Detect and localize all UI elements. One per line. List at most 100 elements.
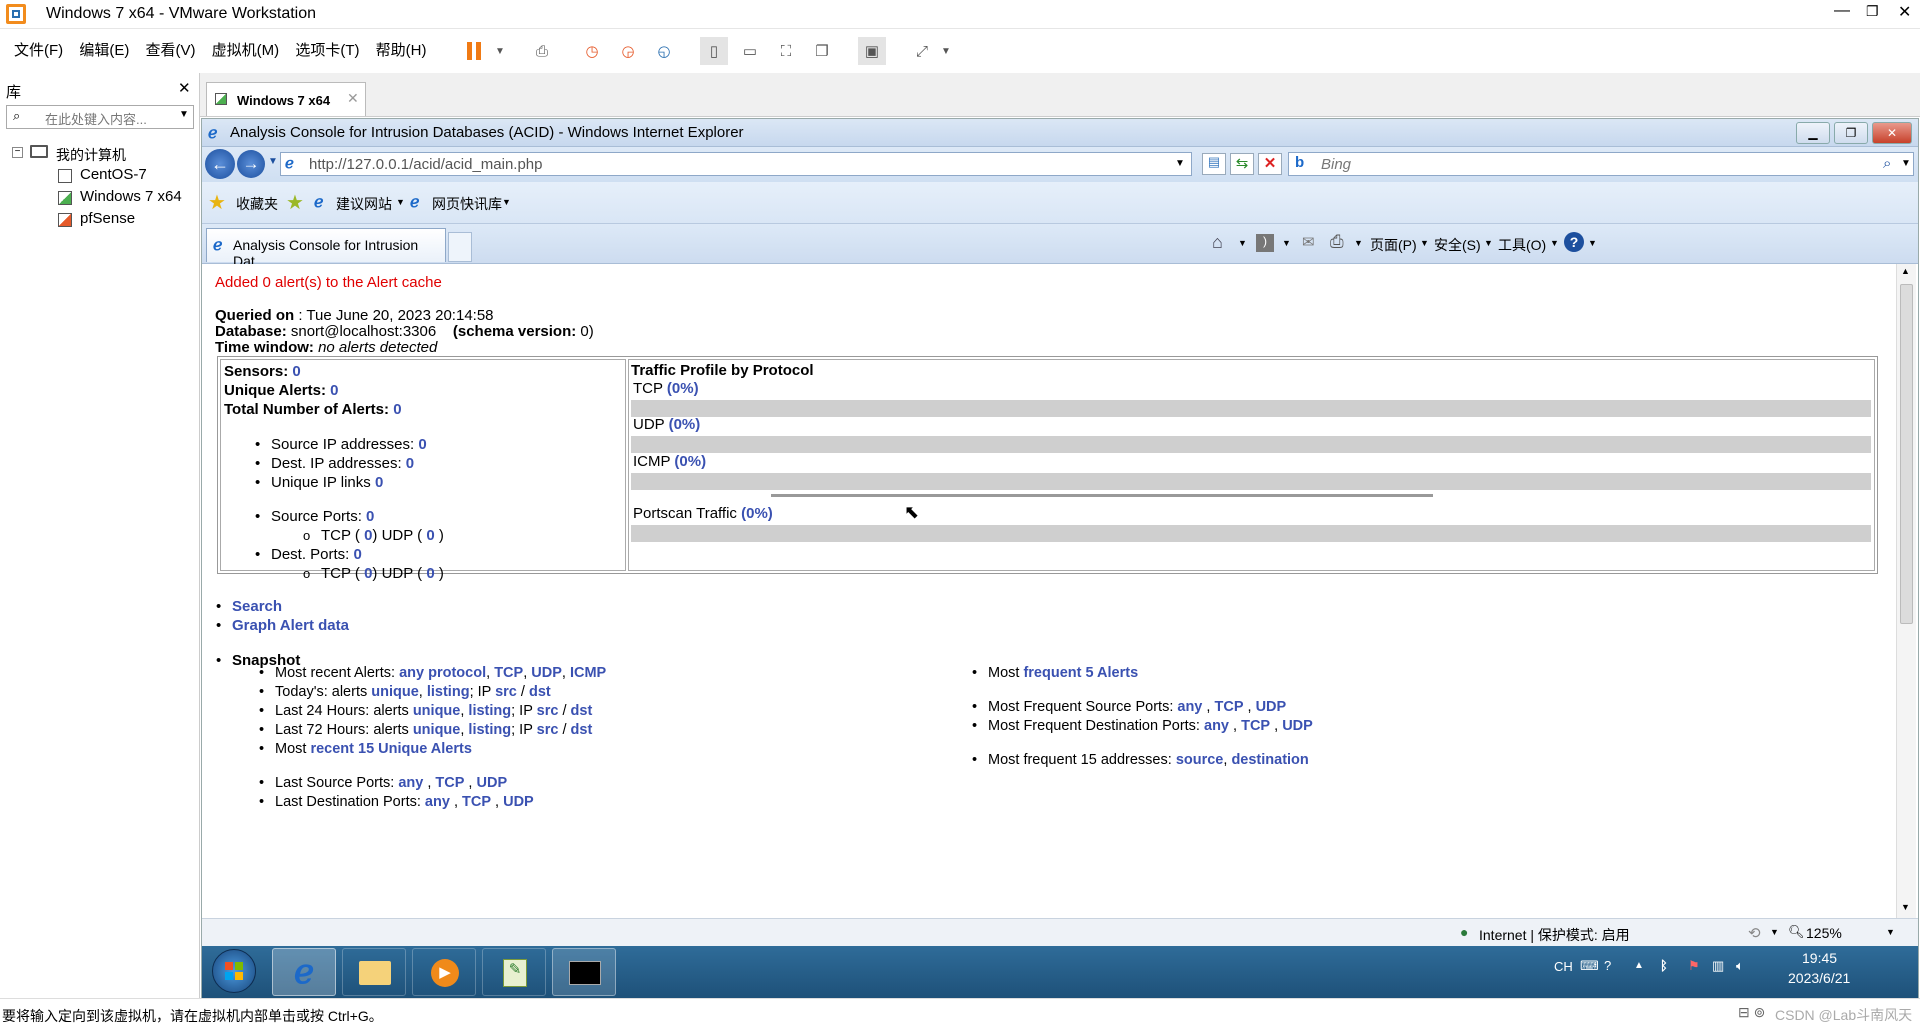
- tcp-link[interactable]: TCP: [1214, 699, 1243, 715]
- chevron-down-icon[interactable]: ▼: [1588, 238, 1597, 248]
- add-favorite-icon[interactable]: ★: [286, 190, 304, 215]
- proto-pct-link[interactable]: (0%): [667, 380, 699, 397]
- udp-link[interactable]: UDP: [1256, 699, 1287, 715]
- icmp-link[interactable]: ICMP: [570, 665, 606, 681]
- mail-icon[interactable]: ✉: [1302, 233, 1315, 251]
- unique-link[interactable]: unique: [413, 722, 461, 738]
- source-link[interactable]: source: [1176, 752, 1224, 768]
- udp-link[interactable]: UDP: [477, 775, 508, 791]
- unique-link[interactable]: unique: [413, 703, 461, 719]
- ie-minimize-button[interactable]: ▁: [1796, 122, 1830, 144]
- unique-alerts-link[interactable]: 0: [330, 382, 338, 399]
- history-dropdown-icon[interactable]: ▼: [268, 156, 278, 167]
- udp-link[interactable]: UDP: [1282, 718, 1313, 734]
- destination-link[interactable]: destination: [1231, 752, 1308, 768]
- dst-ports-link[interactable]: 0: [354, 546, 362, 563]
- print-icon[interactable]: ⎙: [1330, 232, 1344, 252]
- any-link[interactable]: any: [1204, 718, 1229, 734]
- thumbnail-bar-icon[interactable]: ▭: [736, 37, 764, 65]
- tab-close-icon[interactable]: ✕: [347, 90, 359, 107]
- sidebar-toggle-icon[interactable]: ▯: [700, 37, 728, 65]
- search-icon[interactable]: ⌕: [1883, 155, 1891, 172]
- listing-link[interactable]: listing: [468, 722, 511, 738]
- snapshot-icon[interactable]: ◷: [578, 37, 606, 65]
- tab-windows7[interactable]: Windows 7 x64 ✕: [206, 82, 366, 116]
- taskbar-cmd[interactable]: [552, 948, 616, 996]
- dst-link[interactable]: dst: [529, 684, 551, 700]
- send-ctrl-alt-del-icon[interactable]: ⎙: [528, 37, 556, 65]
- suggested-sites-link[interactable]: 建议网站: [336, 194, 392, 214]
- any-link[interactable]: any: [398, 775, 423, 791]
- scroll-up-icon[interactable]: ▲: [1901, 266, 1910, 276]
- device-icons[interactable]: ⊟ ⊚: [1738, 1004, 1765, 1021]
- udp-link[interactable]: UDP: [531, 665, 562, 681]
- src-ports-link[interactable]: 0: [366, 508, 374, 525]
- dst-link[interactable]: dst: [571, 703, 593, 719]
- any-protocol-link[interactable]: any protocol: [399, 665, 486, 681]
- revert-snapshot-icon[interactable]: ◶: [614, 37, 642, 65]
- rss-icon[interactable]: ): [1256, 234, 1274, 252]
- library-search-input[interactable]: 在此处键入内容...: [45, 109, 147, 128]
- dst-link[interactable]: dst: [571, 722, 593, 738]
- dst-ip-link[interactable]: 0: [406, 455, 414, 472]
- sensors-link[interactable]: 0: [292, 363, 300, 380]
- clock-date[interactable]: 2023/6/21: [1788, 970, 1850, 986]
- vertical-scrollbar[interactable]: ▲ ▼: [1896, 264, 1916, 918]
- back-button[interactable]: ←: [205, 149, 235, 179]
- chevron-down-icon[interactable]: ▼: [502, 197, 511, 207]
- refresh-icon[interactable]: ⇆: [1230, 153, 1254, 175]
- recent-unique-link[interactable]: recent 15 Unique Alerts: [310, 741, 471, 757]
- search-box[interactable]: b Bing ⌕ ▼: [1288, 152, 1914, 176]
- ip-links-link[interactable]: 0: [375, 474, 383, 491]
- frequent-5-link[interactable]: frequent 5 Alerts: [1023, 665, 1138, 681]
- chevron-down-icon[interactable]: ▼: [1550, 238, 1559, 248]
- help-icon[interactable]: ?: [1604, 958, 1611, 973]
- taskbar-ie[interactable]: ℯ: [272, 948, 336, 996]
- src-link[interactable]: src: [495, 684, 517, 700]
- tcp-link[interactable]: TCP: [462, 794, 491, 810]
- taskbar-notepad[interactable]: ✎: [482, 948, 546, 996]
- chevron-down-icon[interactable]: ▼: [1770, 927, 1779, 937]
- stretch-dropdown-icon[interactable]: ▼: [932, 37, 960, 65]
- page-menu[interactable]: 页面(P): [1370, 235, 1417, 255]
- tcp-link[interactable]: TCP: [1241, 718, 1270, 734]
- compat-view-icon[interactable]: ▤: [1202, 153, 1226, 175]
- scroll-thumb[interactable]: [1900, 284, 1913, 624]
- address-field[interactable]: ℯ http://127.0.0.1/acid/acid_main.php ▼: [280, 152, 1192, 176]
- new-tab-button[interactable]: [448, 232, 472, 262]
- keyboard-icon[interactable]: ⌨: [1580, 958, 1599, 974]
- address-dropdown-icon[interactable]: ▼: [1175, 158, 1185, 169]
- fullscreen-icon[interactable]: ⛶: [772, 37, 800, 65]
- tree-vm-pfsense[interactable]: pfSense: [80, 210, 135, 227]
- menu-file[interactable]: 文件(F): [8, 29, 69, 73]
- menu-view[interactable]: 查看(V): [140, 29, 202, 73]
- tree-vm-centos[interactable]: CentOS-7: [80, 166, 147, 183]
- any-link[interactable]: any: [425, 794, 450, 810]
- show-hidden-icons[interactable]: ▲: [1634, 960, 1644, 971]
- chevron-down-icon[interactable]: ▼: [396, 197, 405, 207]
- total-alerts-link[interactable]: 0: [393, 401, 401, 418]
- chevron-down-icon[interactable]: ▼: [179, 109, 189, 120]
- listing-link[interactable]: listing: [468, 703, 511, 719]
- tree-collapse-icon[interactable]: −: [12, 147, 23, 158]
- ie-restore-button[interactable]: ❐: [1834, 122, 1868, 144]
- src-link[interactable]: src: [537, 722, 559, 738]
- chevron-down-icon[interactable]: ▼: [1420, 238, 1429, 248]
- address-input[interactable]: http://127.0.0.1/acid/acid_main.php: [309, 156, 543, 173]
- tcp-link[interactable]: TCP: [435, 775, 464, 791]
- dst-udp-link[interactable]: 0: [426, 565, 434, 582]
- menu-help[interactable]: 帮助(H): [370, 29, 433, 73]
- home-icon[interactable]: ⌂: [1212, 232, 1223, 253]
- favorites-star-icon[interactable]: ★: [208, 190, 226, 215]
- bluetooth-icon[interactable]: ᛒ: [1660, 958, 1668, 973]
- chevron-down-icon[interactable]: ▼: [1354, 238, 1363, 248]
- chevron-down-icon[interactable]: ▼: [1282, 238, 1291, 248]
- unique-link[interactable]: unique: [371, 684, 419, 700]
- taskbar-media[interactable]: ▶: [412, 948, 476, 996]
- start-button[interactable]: [212, 949, 256, 993]
- chevron-down-icon[interactable]: ▼: [1238, 238, 1247, 248]
- stop-icon[interactable]: ✕: [1258, 153, 1282, 175]
- close-button[interactable]: ✕: [1898, 2, 1911, 22]
- taskbar-explorer[interactable]: [342, 948, 406, 996]
- graph-link[interactable]: Graph Alert data: [232, 617, 349, 634]
